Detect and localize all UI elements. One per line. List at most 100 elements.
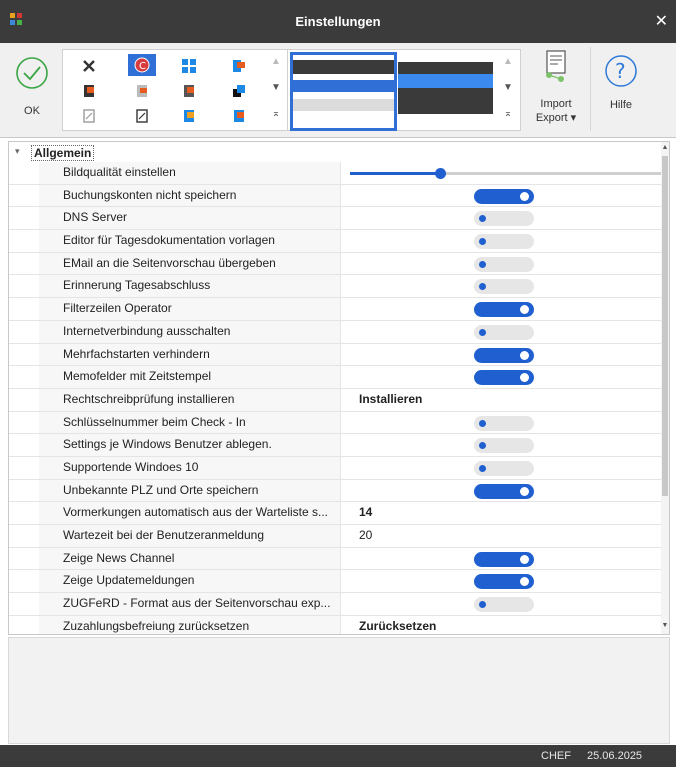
toggle-switch[interactable] (474, 483, 534, 499)
toggle-switch[interactable] (474, 188, 534, 204)
theme-option-selected[interactable] (290, 52, 397, 131)
toggle-switch[interactable] (474, 256, 534, 272)
toggle-switch[interactable] (474, 347, 534, 363)
toggle-switch[interactable] (474, 234, 534, 250)
setting-value[interactable]: 20 (342, 525, 662, 547)
setting-value[interactable] (342, 570, 662, 592)
setting-value[interactable] (342, 230, 662, 252)
logo-red-icon[interactable]: C (134, 57, 150, 73)
setting-name: Buchungskonten nicht speichern (39, 184, 341, 207)
setting-row[interactable]: Vormerkungen automatisch aus der Warteli… (9, 502, 667, 525)
toggle-switch[interactable] (474, 324, 534, 340)
setting-value[interactable] (342, 480, 662, 502)
setting-value[interactable] (342, 185, 662, 207)
value-text[interactable]: 20 (359, 525, 372, 546)
setting-value[interactable] (342, 434, 662, 456)
setting-value[interactable] (342, 207, 662, 229)
scroll-up-icon[interactable]: ▲ (498, 56, 518, 67)
setting-value[interactable] (342, 321, 662, 343)
theme-gallery-scroll[interactable]: ▲ ▼ ⌅ (498, 50, 518, 130)
gallery-scroll[interactable]: ▲ ▼ ⌅ (266, 50, 286, 130)
setting-value[interactable] (342, 162, 662, 184)
help-button[interactable]: ? Hilfe (590, 47, 651, 131)
setting-row[interactable]: Memofelder mit Zeitstempel (9, 366, 667, 389)
scroll-up-icon[interactable]: ▲ (661, 144, 669, 151)
toggle-switch[interactable] (474, 211, 534, 227)
app-icon[interactable] (231, 83, 247, 99)
scroll-up-icon[interactable]: ▲ (266, 56, 286, 67)
setting-row[interactable]: Erinnerung Tagesabschluss (9, 275, 667, 299)
setting-row[interactable]: Zeige Updatemeldungen (9, 570, 667, 594)
toggle-switch[interactable] (474, 460, 534, 476)
expand-gallery-icon[interactable]: ⌅ (498, 108, 518, 119)
scrollbar-thumb[interactable] (662, 156, 668, 496)
setting-row[interactable]: Buchungskonten nicht speichern (9, 184, 667, 208)
toggle-switch[interactable] (474, 551, 534, 567)
value-text[interactable]: 14 (359, 502, 372, 523)
setting-row[interactable]: ZUGFeRD - Format aus der Seitenvorschau … (9, 593, 667, 616)
setting-value[interactable]: 14 (342, 502, 662, 524)
app-icon[interactable] (81, 83, 97, 99)
doc-icon[interactable] (81, 108, 97, 124)
setting-row[interactable]: Internetverbindung ausschalten (9, 320, 667, 344)
toggle-switch[interactable] (474, 370, 534, 386)
setting-row[interactable]: Filterzeilen Operator (9, 298, 667, 321)
app-icon[interactable] (181, 108, 197, 124)
tools-icon[interactable] (81, 58, 97, 74)
setting-row[interactable]: Bildqualität einstellen (9, 162, 667, 185)
app-icon[interactable] (134, 83, 150, 99)
doc-icon[interactable] (134, 108, 150, 124)
quality-slider[interactable] (350, 168, 662, 180)
toggle-switch[interactable] (474, 302, 534, 318)
action-link[interactable]: Zurücksetzen (359, 616, 436, 634)
slider-thumb[interactable] (435, 168, 447, 179)
close-button[interactable]: ✕ (655, 0, 668, 43)
vertical-scrollbar[interactable]: ▲ ▼ (661, 142, 669, 634)
toggle-knob (520, 191, 529, 201)
setting-row[interactable]: Schlüsselnummer beim Check - In (9, 411, 667, 435)
import-export-button[interactable]: Import Export ▾ (524, 47, 588, 131)
setting-value[interactable] (342, 593, 662, 615)
group-header-allgemein[interactable]: ▾ Allgemein (9, 144, 669, 162)
setting-row[interactable]: Editor für Tagesdokumentation vorlagen (9, 230, 667, 253)
setting-value[interactable] (342, 298, 662, 320)
app-icon[interactable] (231, 108, 247, 124)
scroll-down-icon[interactable]: ▼ (661, 622, 669, 629)
toggle-knob (520, 486, 529, 496)
app-icon[interactable] (181, 83, 197, 99)
setting-value[interactable] (342, 548, 662, 570)
setting-row[interactable]: Rechtschreibprüfung installieren Installi… (9, 388, 667, 412)
setting-value[interactable]: Installieren (342, 389, 662, 411)
action-link[interactable]: Installieren (359, 389, 422, 410)
scroll-down-icon[interactable]: ▼ (266, 82, 286, 93)
setting-value[interactable] (342, 275, 662, 297)
setting-value[interactable]: Zurücksetzen (342, 616, 662, 634)
setting-value[interactable] (342, 366, 662, 388)
windows-icon[interactable] (181, 58, 197, 74)
setting-value[interactable] (342, 253, 662, 275)
toggle-switch[interactable] (474, 438, 534, 454)
setting-value[interactable] (342, 457, 662, 479)
toggle-switch[interactable] (474, 279, 534, 295)
setting-value[interactable] (342, 344, 662, 366)
setting-row[interactable]: Mehrfachstarten verhindern (9, 343, 667, 367)
setting-row[interactable]: DNS Server (9, 207, 667, 231)
setting-row[interactable]: Supportende Windoes 10 (9, 456, 667, 480)
theme-option[interactable] (398, 54, 493, 124)
collapse-arrow-icon[interactable]: ▾ (15, 146, 20, 157)
expand-gallery-icon[interactable]: ⌅ (266, 108, 286, 119)
toggle-switch[interactable] (474, 415, 534, 431)
ok-button[interactable]: OK (4, 47, 60, 127)
setting-name: Rechtschreibprüfung installieren (39, 388, 341, 411)
setting-row[interactable]: Settings je Windows Benutzer ablegen. (9, 434, 667, 457)
setting-row[interactable]: Wartezeit bei der Benutzeranmeldung 20 (9, 525, 667, 548)
setting-row[interactable]: Unbekannte PLZ und Orte speichern (9, 479, 667, 503)
setting-row[interactable]: Zeige News Channel (9, 547, 667, 571)
toggle-switch[interactable] (474, 574, 534, 590)
toggle-switch[interactable] (474, 597, 534, 613)
setting-row[interactable]: EMail an die Seitenvorschau übergeben (9, 252, 667, 276)
app-icon[interactable] (231, 58, 247, 74)
setting-value[interactable] (342, 412, 662, 434)
scroll-down-icon[interactable]: ▼ (498, 82, 518, 93)
setting-row[interactable]: Zuzahlungsbefreiung zurücksetzen Zurückse… (9, 615, 667, 634)
